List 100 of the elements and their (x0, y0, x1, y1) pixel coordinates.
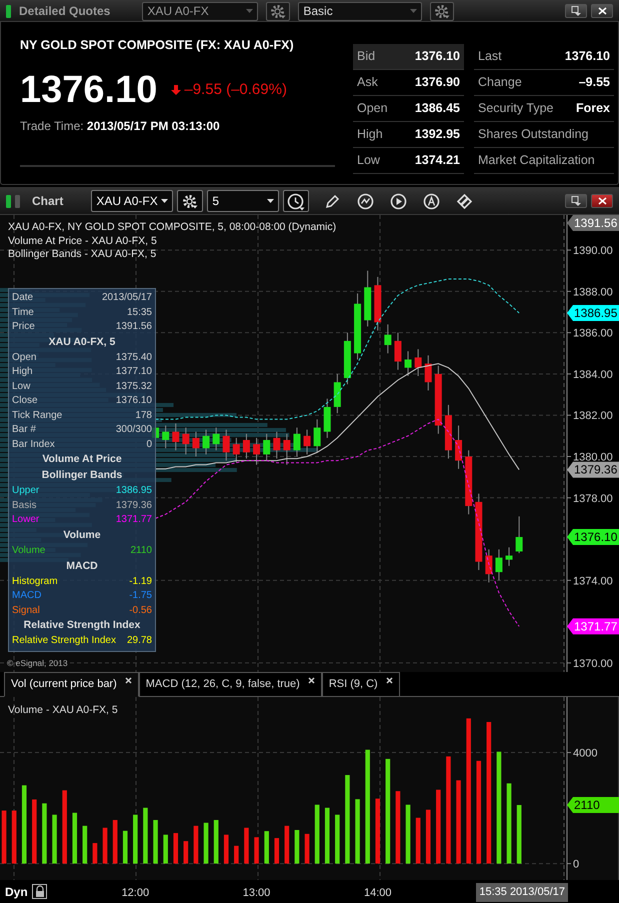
candlestick (354, 292, 362, 360)
quote-value: 1392.95 (414, 126, 460, 144)
candlestick (162, 425, 170, 449)
settings-icon (270, 4, 287, 18)
candlestick (314, 418, 321, 453)
axis-label: 1386.00 (573, 328, 613, 340)
indicator-tab[interactable]: MACD (12, 26, C, 9, false, true) (138, 672, 322, 697)
data-value: -1.19 (129, 574, 152, 588)
candlestick (364, 270, 372, 327)
clock-icon (286, 192, 306, 210)
candlestick (304, 429, 311, 455)
price-label: 1386.95 (567, 305, 619, 322)
quote-value: 1376.10 (564, 48, 610, 66)
data-label: Signal (12, 604, 40, 618)
axis-label: 1382.00 (573, 410, 613, 422)
data-value: 1375.32 (116, 380, 152, 394)
data-heading: XAU A0-FX, 5 (48, 334, 116, 350)
axis-label: 1370.00 (573, 658, 613, 670)
data-value: 1377.10 (116, 365, 152, 379)
restore-icon (570, 195, 582, 206)
time-axis-label: 14:00 (364, 886, 392, 901)
price-label: 1379.36 (567, 462, 619, 478)
volume-label: 2110 (567, 797, 619, 813)
panel-title: Chart (32, 193, 64, 210)
chart-legend: Bollinger Bands - XAU A0-FX, 5 (8, 248, 336, 262)
play-icon (390, 192, 407, 210)
data-value: 29.78 (126, 634, 152, 648)
candlestick (516, 516, 523, 554)
close-button[interactable] (591, 4, 613, 18)
caret-icon (267, 199, 274, 203)
trade-time: Trade Time: 2013/05/17 PM 03:13:00 (20, 118, 221, 135)
data-heading: Relative Strength Index (22, 618, 142, 634)
data-value: 1391.56 (116, 320, 152, 334)
axis-label: 1384.00 (573, 368, 613, 381)
time-axis-label: 12:00 (122, 886, 150, 901)
data-label: Date (12, 291, 34, 304)
indicator-tab[interactable]: Vol (current price bar) (4, 672, 139, 697)
data-label: Relative Strength Index (12, 634, 116, 648)
restore-button[interactable] (565, 4, 587, 18)
caret-icon (246, 9, 254, 13)
data-value: 0 (146, 438, 152, 452)
price-label: 1391.56 (567, 215, 619, 231)
quote-label: High (357, 126, 383, 144)
candlestick (414, 348, 422, 376)
restore-button[interactable] (565, 194, 587, 208)
data-heading: MACD (65, 558, 99, 574)
candlestick (394, 332, 402, 370)
symbol-dropdown[interactable]: XAU A0-FX (91, 190, 174, 212)
interval-dropdown[interactable]: 5 (207, 190, 280, 212)
time-button[interactable] (283, 190, 310, 212)
settings-button[interactable] (177, 190, 204, 212)
layout-dropdown[interactable]: Basic (298, 2, 422, 20)
data-value: 2110 (130, 544, 152, 558)
candlestick (172, 422, 180, 451)
symbol-dropdown[interactable]: XAU A0-FX (142, 2, 258, 20)
candlestick (324, 398, 331, 438)
close-icon (386, 677, 393, 684)
close-icon (124, 677, 132, 684)
quote-label: Low (357, 152, 380, 170)
candlestick (273, 431, 280, 460)
line-chart-icon (356, 192, 374, 210)
chart-legend: XAU A0-FX, NY GOLD SPOT COMPOSITE, 5, 08:00-08:00 (Dynamic) (8, 221, 336, 234)
quote-value: –9.55 (578, 74, 610, 92)
data-label: MACD (12, 589, 42, 603)
candlestick (182, 427, 190, 455)
data-label: Volume (12, 544, 46, 558)
candlestick (293, 427, 300, 457)
caret-icon (161, 199, 168, 203)
candlestick (334, 373, 341, 414)
candlestick (283, 433, 290, 466)
diamond-link-icon (456, 192, 473, 210)
candlestick (232, 437, 240, 464)
axis-label: 0 (573, 858, 580, 871)
candlestick (404, 350, 412, 376)
indicator-tab[interactable]: RSI (9, C) (322, 672, 400, 697)
settings-icon (182, 194, 199, 208)
quote-label: Bid (357, 48, 376, 66)
candlestick (485, 548, 492, 583)
data-value: 15:35 (126, 306, 152, 320)
data-value: 1376.10 (116, 394, 152, 408)
data-value: -1.75 (129, 589, 152, 603)
instrument-name: NY GOLD SPOT COMPOSITE (FX: XAU A0-FX) (20, 37, 295, 54)
time-axis-label: 13:00 (242, 886, 270, 901)
candlestick (242, 433, 250, 460)
data-label: Time (12, 306, 34, 320)
settings-icon (434, 4, 451, 18)
data-label: Close (12, 394, 38, 408)
data-label: Upper (12, 484, 40, 498)
data-label: Open (12, 350, 36, 364)
data-heading: Volume At Price (41, 452, 123, 468)
candlestick (263, 433, 270, 462)
data-value: 300/300 (116, 423, 152, 437)
pencil-icon (324, 192, 341, 210)
data-heading: Bollinger Bands (40, 468, 124, 484)
quote-label: Last (478, 48, 502, 66)
lock-icon (32, 884, 47, 899)
copyright-text: © eSignal, 2013 (7, 657, 68, 670)
data-value: 1371.77 (116, 513, 152, 527)
quote-label: Market Capitalization (478, 152, 595, 170)
close-button[interactable] (591, 194, 613, 208)
